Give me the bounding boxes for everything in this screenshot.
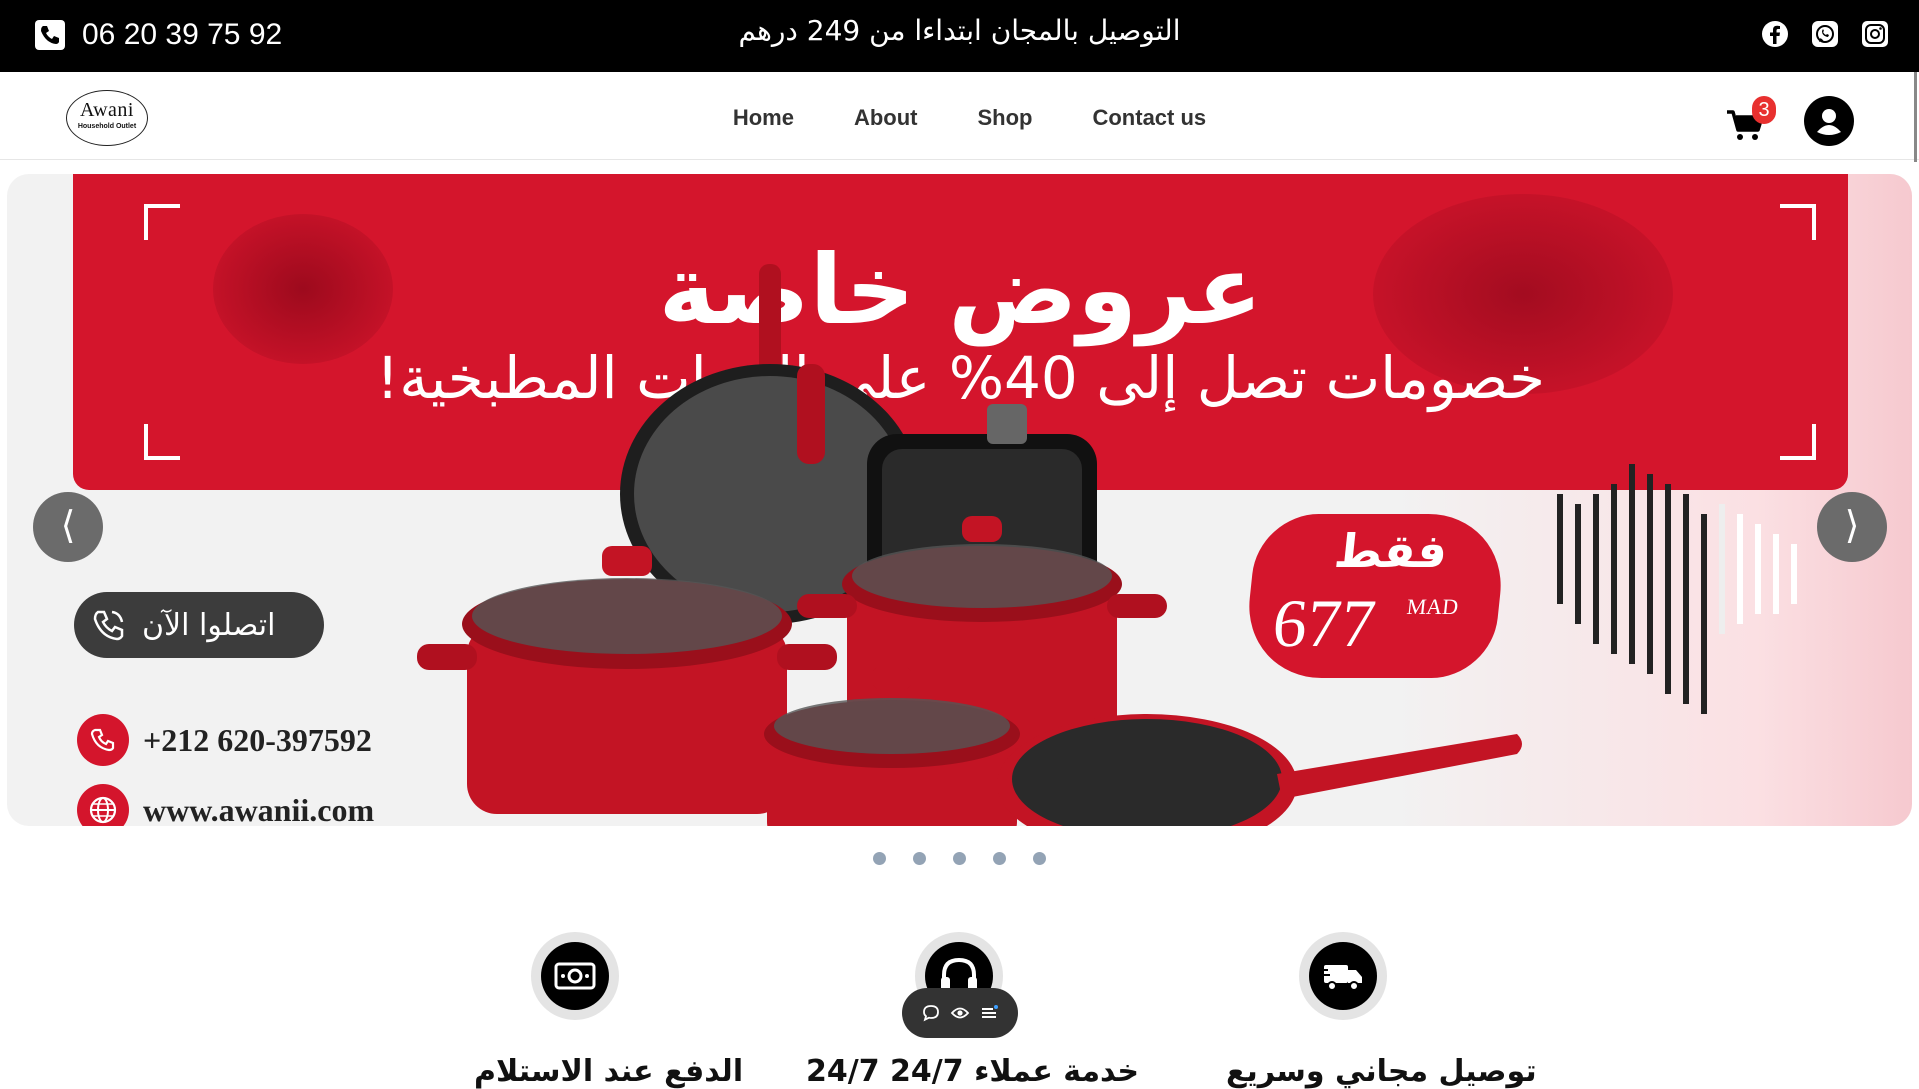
nav-home[interactable]: Home [733,105,794,131]
page-scrollbar[interactable] [1914,72,1917,162]
menu-icon[interactable] [979,1003,999,1023]
slider-dot[interactable] [993,852,1006,865]
slide-phone-text: +212 620-397592 [143,721,372,758]
cash-icon [541,942,609,1010]
social-links [1761,20,1889,48]
hero-slider: عروض خاصة خصومات تصل إلى 40% على الأدوات… [7,174,1912,826]
feature-free-delivery [1299,932,1387,1020]
phone-ring-icon [93,610,124,641]
eye-icon[interactable] [950,1003,970,1023]
main-header: Awani Household Outlet Home About Shop C… [0,72,1919,160]
frying-pan-front [997,714,1522,826]
slider-next-button[interactable]: ⟩ [1817,492,1887,562]
instagram-icon[interactable] [1861,20,1889,48]
slider-dot[interactable] [913,852,926,865]
facebook-icon[interactable] [1761,20,1789,48]
slider-dot[interactable] [953,852,966,865]
feature-cash-on-delivery [531,932,619,1020]
whatsapp-icon[interactable] [1811,20,1839,48]
price-value: 677 [1269,585,1380,661]
feature-cod-label: الدفع عند الاستلام [474,1054,744,1089]
price-label: فقط [1331,524,1451,578]
slider-dot[interactable] [1033,852,1046,865]
user-account-icon[interactable] [1804,96,1854,146]
price-currency: MAD [1405,594,1460,619]
slider-dot[interactable] [873,852,886,865]
feature-service-label: خدمة عملاء 24/7 24/7 [806,1054,1139,1089]
slide-website-contact[interactable]: www.awanii.com [77,784,374,826]
call-now-label: اتصلوا الآن [142,607,276,643]
price-badge: فقط 677 MAD [1241,514,1509,678]
feature-delivery-label: توصيل مجاني وسريع [1226,1054,1537,1089]
floating-widget-toolbar [902,988,1018,1038]
free-delivery-promo: التوصيل بالمجان ابتداءا من 249 درهم [738,14,1181,47]
slider-prev-button[interactable]: ⟨ [33,492,103,562]
phone-icon [77,714,129,766]
cart-count-badge: 3 [1752,96,1776,124]
globe-icon [77,784,129,826]
delivery-truck-icon [1309,942,1377,1010]
slide-website-text: www.awanii.com [143,791,375,827]
slide-phone-contact[interactable]: +212 620-397592 [77,714,372,766]
chat-icon[interactable] [921,1003,941,1023]
slider-pagination [0,852,1919,865]
call-now-button[interactable]: اتصلوا الآن [74,592,324,658]
nav-about[interactable]: About [854,105,918,131]
nav-contact-us[interactable]: Contact us [1092,105,1206,131]
top-announcement-bar: 06 20 39 75 92 التوصيل بالمجان ابتداءا م… [0,0,1919,72]
main-nav: Home About Shop Contact us [0,105,1919,131]
decorative-stripes [1557,464,1797,714]
nav-shop[interactable]: Shop [977,105,1032,131]
frame-corner [144,424,180,460]
